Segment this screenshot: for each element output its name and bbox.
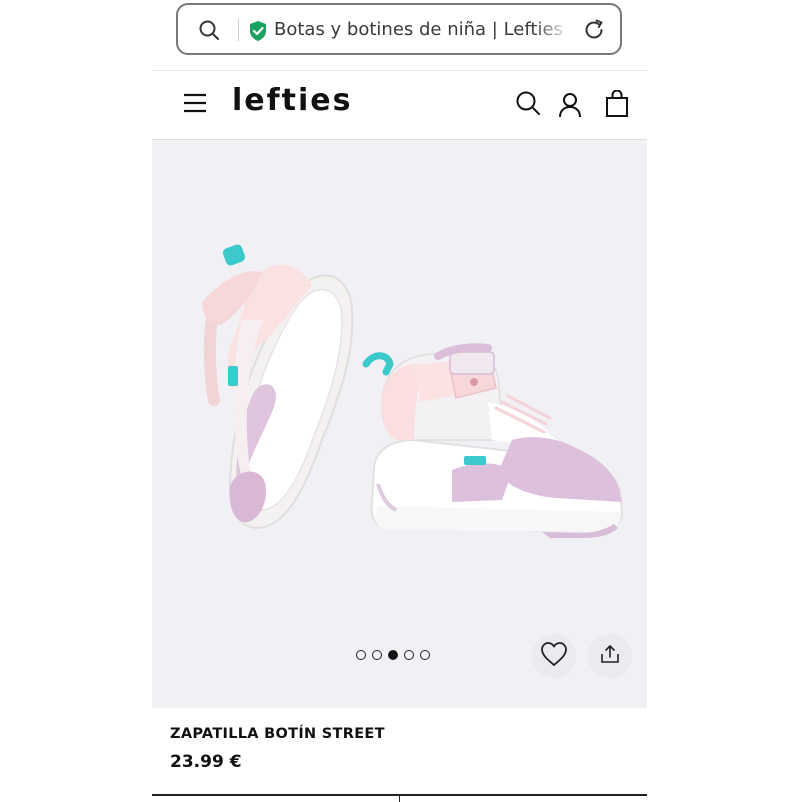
address-divider xyxy=(238,19,239,41)
left-shoe xyxy=(202,244,354,529)
bottom-divider-tick xyxy=(399,794,400,802)
web-page: lefties ZAPATILLA BOTÍN STREET 23.99 € xyxy=(152,70,647,802)
pager-dot[interactable] xyxy=(356,650,366,660)
search-icon[interactable] xyxy=(515,90,541,120)
share-button[interactable] xyxy=(588,634,632,678)
image-pager[interactable] xyxy=(356,650,430,660)
pager-dot[interactable] xyxy=(372,650,382,660)
pager-dot-active[interactable] xyxy=(388,650,398,660)
search-icon[interactable] xyxy=(198,19,220,45)
product-price: 23.99 € xyxy=(170,752,242,772)
favorite-button[interactable] xyxy=(532,634,576,678)
pager-dot[interactable] xyxy=(420,650,430,660)
right-shoe xyxy=(362,343,624,538)
url-text[interactable]: Botas y botines de niña | Lefties M xyxy=(274,19,570,45)
user-icon[interactable] xyxy=(558,92,582,122)
pager-dot[interactable] xyxy=(404,650,414,660)
reload-icon[interactable] xyxy=(582,18,606,46)
address-bar[interactable]: Botas y botines de niña | Lefties M xyxy=(176,3,622,55)
product-image-gallery[interactable] xyxy=(152,140,647,708)
product-image xyxy=(202,244,624,538)
shopping-bag-icon[interactable] xyxy=(605,89,629,122)
site-logo[interactable]: lefties xyxy=(232,83,353,118)
share-icon xyxy=(599,643,621,669)
heart-icon xyxy=(540,641,568,671)
product-name[interactable]: ZAPATILLA BOTÍN STREET xyxy=(170,726,385,742)
site-header: lefties xyxy=(152,70,647,140)
hamburger-menu-icon[interactable] xyxy=(182,92,208,118)
shield-check-icon xyxy=(248,20,268,46)
